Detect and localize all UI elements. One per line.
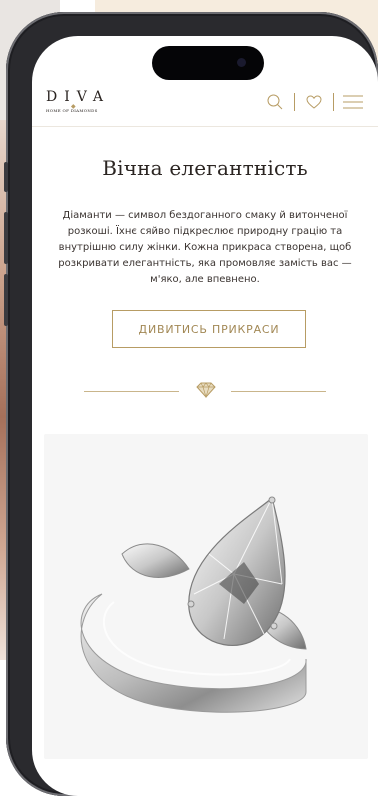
- header-separator: [294, 93, 295, 111]
- phone-action-button: [4, 162, 8, 192]
- phone-volume-up-button: [4, 212, 8, 264]
- brand-logo-text: DIVA: [46, 89, 111, 105]
- logo-diamond-icon: ◆: [71, 103, 76, 110]
- menu-button[interactable]: [338, 90, 368, 114]
- brand-tagline: HOME OF DIAMONDS: [46, 108, 98, 113]
- ornament-divider: [84, 380, 326, 402]
- divider-line-left: [84, 391, 179, 392]
- phone-volume-down-button: [4, 274, 8, 326]
- site-header: DIVA ◆ HOME OF DIAMONDS: [32, 84, 378, 126]
- pear-diamond-ring-icon: [80, 496, 307, 713]
- wishlist-button[interactable]: [299, 90, 329, 114]
- camera-icon: [237, 58, 246, 67]
- hero-description: Діаманти — символ бездоганного смаку й в…: [58, 210, 352, 285]
- divider-line-right: [231, 391, 326, 392]
- header-divider: [32, 126, 378, 127]
- dynamic-island: [152, 46, 264, 80]
- header-actions: [260, 90, 368, 114]
- hero-title: Вічна елегантність: [102, 156, 308, 180]
- search-button[interactable]: [260, 90, 290, 114]
- header-separator: [333, 93, 334, 111]
- menu-icon: [343, 95, 363, 109]
- search-icon: [267, 94, 283, 110]
- view-jewelry-button[interactable]: ДИВИТИСЬ ПРИКРАСИ: [112, 310, 306, 348]
- phone-frame: DIVA ◆ HOME OF DIAMONDS Вічна елегантніс…: [4, 12, 378, 796]
- heart-icon: [306, 95, 322, 109]
- phone-screen: DIVA ◆ HOME OF DIAMONDS Вічна елегантніс…: [32, 36, 378, 796]
- product-image-card[interactable]: [44, 434, 368, 759]
- brand-logo[interactable]: DIVA ◆ HOME OF DIAMONDS: [46, 90, 110, 113]
- diamond-icon: [196, 382, 216, 398]
